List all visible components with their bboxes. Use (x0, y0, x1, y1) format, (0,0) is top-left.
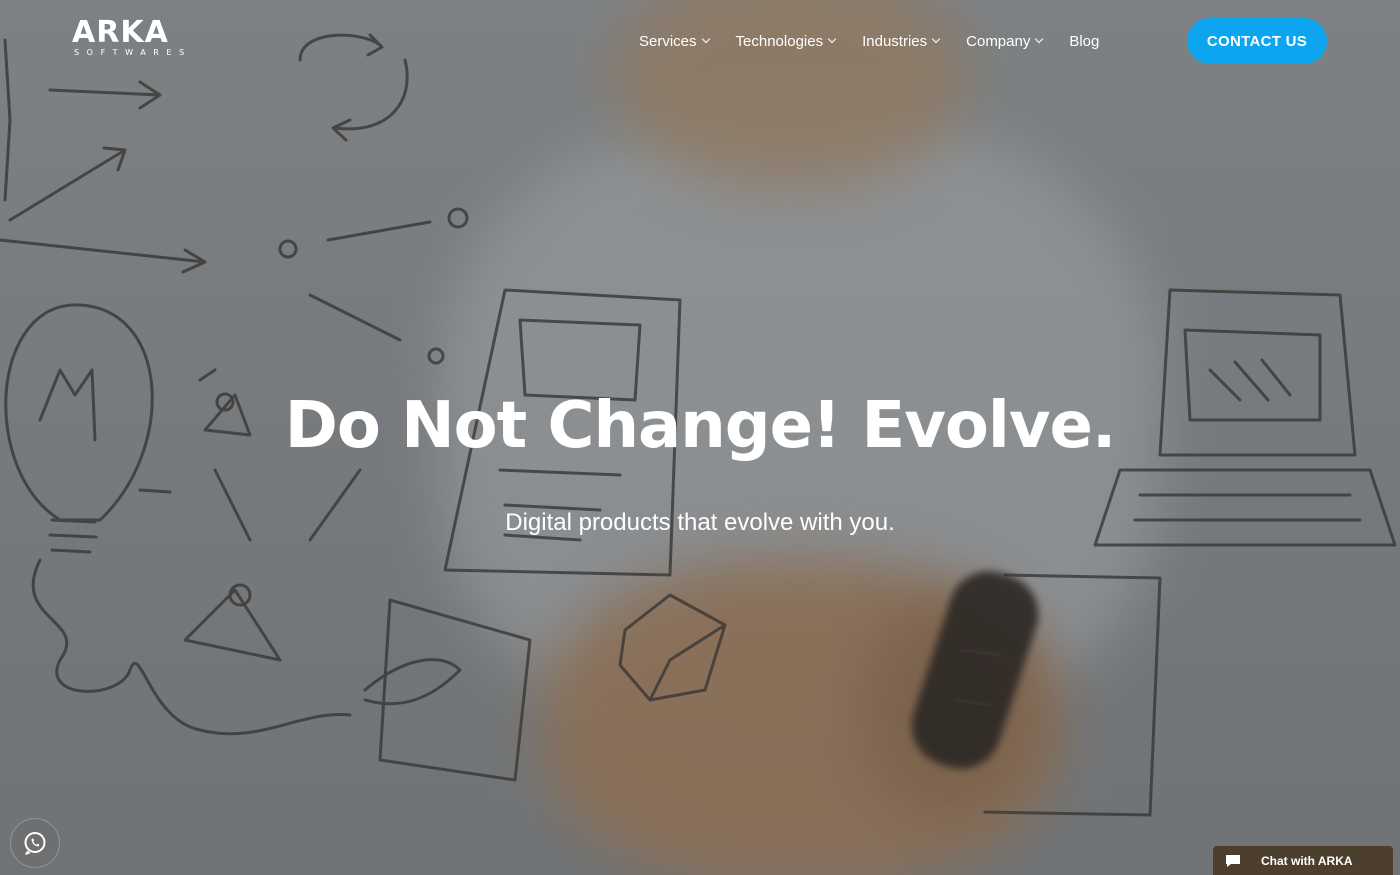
nav-item-blog[interactable]: Blog (1069, 33, 1099, 50)
chevron-down-icon (1035, 34, 1044, 44)
nav-item-services[interactable]: Services (639, 32, 710, 50)
chevron-down-icon (827, 34, 837, 44)
nav-item-technologies[interactable]: Technologies (735, 32, 837, 50)
arka-logo[interactable]: ARKA SOFTWARES (72, 18, 222, 62)
logo-subtitle: SOFTWARES (74, 48, 192, 57)
chat-label: Chat with ARKA (1261, 853, 1353, 868)
main-navigation: Services Technologies Industries Company… (639, 28, 1126, 54)
nav-item-label: Blog (1069, 32, 1100, 50)
nav-item-company[interactable]: Company (966, 32, 1044, 50)
chat-with-arka-bar[interactable]: Chat with ARKA (1213, 846, 1393, 875)
whatsapp-icon (24, 832, 46, 855)
chevron-down-icon (931, 34, 941, 44)
contact-us-button[interactable]: CONTACT US (1187, 18, 1327, 64)
hero-section: ARKA SOFTWARES Services Technologies Ind… (0, 0, 1400, 875)
chevron-down-icon (701, 34, 710, 44)
hero-headline: Do Not Change! Evolve. (284, 389, 1117, 463)
whatsapp-button[interactable] (10, 818, 60, 868)
nav-item-label: Services (639, 32, 697, 50)
hero-subline: Digital products that evolve with you. (505, 509, 895, 536)
nav-item-label: Industries (862, 32, 928, 50)
logo-wordmark: ARKA (72, 15, 169, 50)
chat-bubble-icon (1225, 854, 1241, 868)
nav-item-industries[interactable]: Industries (862, 32, 941, 50)
nav-item-label: Company (966, 32, 1031, 50)
nav-item-label: Technologies (735, 32, 824, 50)
